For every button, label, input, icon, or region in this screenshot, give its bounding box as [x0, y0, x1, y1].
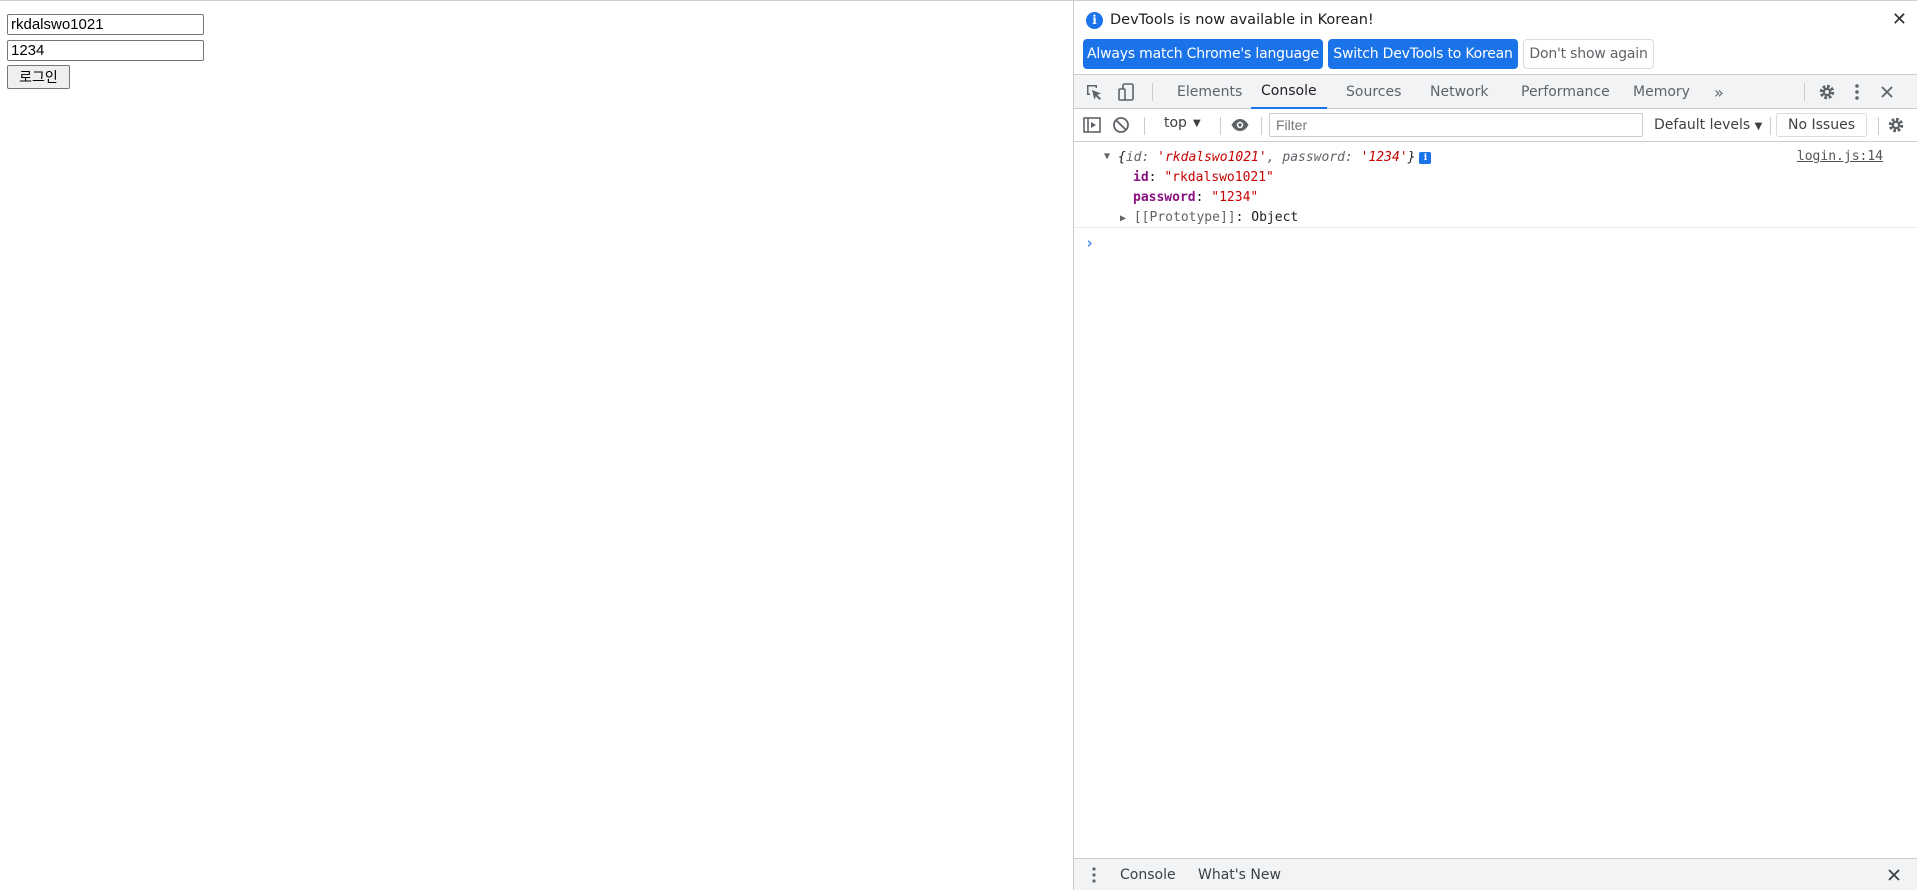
issues-button[interactable]: No Issues [1776, 113, 1867, 137]
console-toolbar: top ▼ Default levels ▼ No Issues [1074, 109, 1917, 142]
context-selector[interactable]: top ▼ [1164, 115, 1201, 131]
settings-gear-icon[interactable] [1817, 82, 1837, 102]
context-label: top [1164, 115, 1187, 131]
id-input[interactable] [7, 14, 204, 35]
tab-console[interactable]: Console [1251, 75, 1327, 109]
inspect-element-icon[interactable] [1084, 82, 1104, 102]
close-drawer-icon[interactable] [1884, 865, 1904, 885]
drawer-tab-console[interactable]: Console [1120, 867, 1176, 883]
expand-triangle-icon[interactable]: ▼ [1104, 151, 1110, 162]
toolbar-divider [1152, 83, 1153, 101]
prototype-property[interactable]: ▶ [[Prototype]]: Object [1120, 210, 1298, 225]
expand-triangle-icon[interactable]: ▶ [1120, 213, 1126, 224]
live-expression-eye-icon[interactable] [1230, 115, 1250, 135]
tab-memory[interactable]: Memory [1623, 75, 1700, 109]
toolbar-divider [1878, 117, 1879, 135]
toolbar-divider [1144, 117, 1145, 135]
log-levels-label: Default levels [1654, 117, 1751, 133]
dont-show-again-button[interactable]: Don't show again [1523, 39, 1654, 69]
drawer-tab-whats-new[interactable]: What's New [1198, 867, 1281, 883]
object-property: id: "rkdalswo1021" [1133, 170, 1274, 185]
page-viewport: 로그인 [0, 1, 1073, 890]
devtools-panel: i DevTools is now available in Korean! ✕… [1073, 1, 1917, 890]
chevron-down-icon: ▼ [1192, 117, 1201, 129]
console-drawer: Console What's New [1074, 858, 1917, 890]
language-infobar: i DevTools is now available in Korean! ✕… [1074, 1, 1917, 74]
more-options-icon[interactable] [1847, 82, 1867, 102]
devtools-tabbar: Elements Console Sources Network Perform… [1074, 74, 1917, 109]
tab-sources[interactable]: Sources [1336, 75, 1411, 109]
toolbar-divider [1770, 117, 1771, 135]
drawer-menu-icon[interactable] [1084, 865, 1104, 885]
console-output: ▼ {id: 'rkdalswo1021', password: '1234'}… [1074, 142, 1917, 857]
console-settings-gear-icon[interactable] [1886, 115, 1906, 135]
toolbar-divider [1804, 83, 1805, 101]
match-language-button[interactable]: Always match Chrome's language [1083, 39, 1323, 69]
object-property: password: "1234" [1133, 190, 1259, 205]
close-icon[interactable]: ✕ [1892, 9, 1907, 30]
toolbar-divider [1220, 117, 1221, 135]
more-tabs-chevron-icon[interactable]: » [1704, 75, 1734, 109]
device-toggle-icon[interactable] [1117, 82, 1137, 102]
console-log-entry: ▼ {id: 'rkdalswo1021', password: '1234'}… [1074, 142, 1917, 228]
password-input[interactable] [7, 40, 204, 61]
log-levels-dropdown[interactable]: Default levels ▼ [1654, 117, 1762, 133]
close-devtools-icon[interactable] [1877, 82, 1897, 102]
source-link[interactable]: login.js:14 [1797, 149, 1883, 164]
sidebar-toggle-icon[interactable] [1082, 115, 1102, 135]
info-icon: i [1086, 12, 1103, 29]
tab-network[interactable]: Network [1420, 75, 1498, 109]
infobar-message: DevTools is now available in Korean! [1110, 12, 1374, 28]
chevron-down-icon: ▼ [1754, 121, 1763, 132]
console-prompt-chevron-icon[interactable]: › [1085, 234, 1094, 252]
login-button[interactable]: 로그인 [7, 65, 70, 89]
object-preview[interactable]: {id: 'rkdalswo1021', password: '1234'} i [1118, 150, 1432, 165]
clear-console-icon[interactable] [1111, 115, 1131, 135]
filter-input[interactable] [1269, 113, 1643, 137]
tab-elements[interactable]: Elements [1167, 75, 1252, 109]
toolbar-divider [1261, 117, 1262, 135]
info-badge-icon[interactable]: i [1419, 152, 1432, 164]
tab-performance[interactable]: Performance [1511, 75, 1620, 109]
switch-korean-button[interactable]: Switch DevTools to Korean [1328, 39, 1518, 69]
